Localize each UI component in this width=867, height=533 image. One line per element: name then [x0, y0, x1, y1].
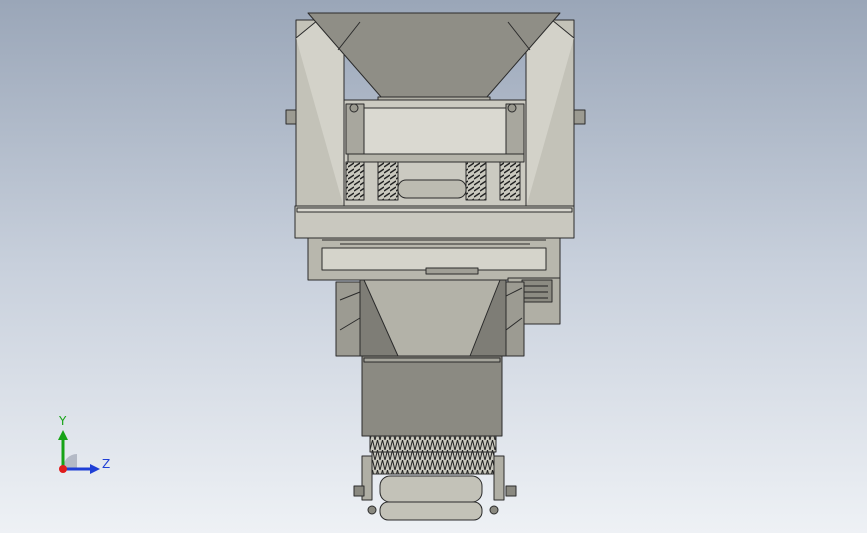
- upper-roller: [397, 179, 467, 199]
- chute: [361, 355, 503, 437]
- crusher-teeth-upper: [369, 435, 497, 453]
- spring-1: [345, 161, 365, 201]
- triad-axes-icon: [58, 430, 100, 474]
- hopper: [307, 12, 561, 99]
- spring-4: [499, 161, 521, 201]
- graphics-viewport[interactable]: Y Z: [0, 0, 867, 533]
- cad-model[interactable]: [0, 0, 867, 533]
- z-axis-label: Z: [102, 457, 111, 471]
- lower-roller-top: [379, 475, 483, 503]
- y-axis-label: Y: [59, 414, 67, 428]
- lower-roller-bottom: [379, 501, 483, 521]
- spring-2: [377, 161, 399, 201]
- crusher-teeth-lower: [371, 451, 495, 475]
- spring-3: [465, 161, 487, 201]
- coordinate-triad: Y Z: [40, 408, 120, 488]
